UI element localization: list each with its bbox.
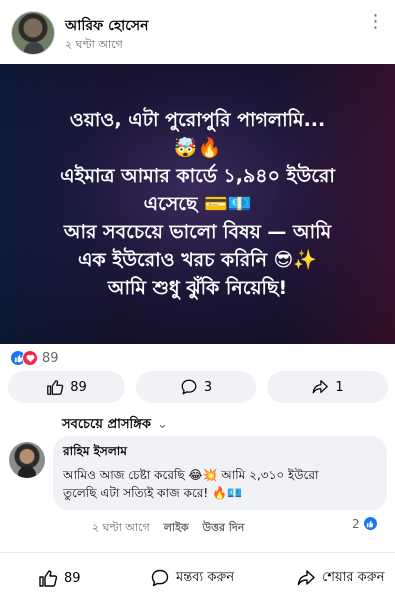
comment-like-link[interactable]: লাইক: [164, 519, 189, 538]
share-button[interactable]: 1: [267, 371, 388, 403]
bottom-share-button[interactable]: শেয়ার করুন: [296, 560, 385, 596]
love-icon: [22, 350, 38, 366]
like-count: 89: [70, 379, 87, 395]
post-timestamp[interactable]: ২ ঘণ্টা আগে: [65, 36, 123, 55]
bottom-action-bar: 89 মন্তব্য করুন শেয়ার করুন: [0, 560, 395, 596]
post-action-row: 89 3 1: [8, 371, 388, 403]
bottom-like-button[interactable]: 89: [38, 560, 81, 596]
comment-button[interactable]: 3: [136, 371, 256, 403]
comment-timestamp[interactable]: ২ ঘণ্টা আগে: [92, 519, 150, 538]
commenter-avatar[interactable]: [9, 442, 45, 478]
comment-sort-label: সবচেয়ে প্রাসঙ্গিক: [62, 417, 151, 432]
banner-line: আমি শুধু ঝুঁকি নিয়েছি!: [107, 277, 288, 299]
post-image-banner[interactable]: ওয়াও, এটা পুরোপুরি পাগলামি... 🤯🔥 এইমাত্…: [0, 64, 395, 344]
comment-line: তুলেছি এটা সত্যিই কাজ করে! 🔥💶: [63, 486, 242, 500]
banner-line: ওয়াও, এটা পুরোপুরি পাগলামি...: [69, 109, 326, 131]
bottom-comment-button[interactable]: মন্তব্য করুন: [150, 560, 234, 596]
comment-line: আমিও আজ চেষ্টা করেছি 😂💥 আমি ২,৩১০ ইউরো: [63, 468, 319, 482]
share-icon: [312, 380, 329, 394]
like-icon: [362, 516, 378, 531]
comment-reply-link[interactable]: উত্তর দিন: [203, 519, 245, 538]
comment-count: 3: [203, 379, 213, 395]
comment-bubble: রাহিম ইসলাম আমিও আজ চেষ্টা করেছি 😂💥 আমি …: [53, 436, 387, 510]
comment-text: আমিও আজ চেষ্টা করেছি 😂💥 আমি ২,৩১০ ইউরো ত…: [63, 466, 377, 502]
comment-reaction-summary[interactable]: 2: [352, 516, 378, 531]
banner-line: 🤯🔥: [173, 137, 222, 159]
reactions-summary[interactable]: 89: [10, 349, 59, 367]
commenter-name[interactable]: রাহিম ইসলাম: [63, 443, 377, 463]
post-header: আরিফ হোসেন ২ ঘণ্টা আগে ⋮: [0, 0, 395, 64]
chevron-down-icon: ⌄: [156, 417, 168, 432]
thumbs-up-icon: [39, 570, 58, 587]
reaction-count: 89: [42, 350, 59, 366]
share-count: 1: [335, 379, 344, 395]
comment-reaction-count: 2: [352, 516, 360, 531]
banner-line: এইমাত্র আমার কার্ডে ১,৯৪০ ইউরো: [60, 165, 335, 187]
like-button[interactable]: 89: [8, 371, 125, 403]
bottom-like-count: 89: [64, 570, 81, 586]
banner-line: এক ইউরোও খরচ করিনি 😎✨: [77, 249, 318, 271]
thumbs-up-icon: [47, 380, 64, 395]
divider: [0, 552, 395, 553]
banner-text: ওয়াও, এটা পুরোপুরি পাগলামি... 🤯🔥 এইমাত্…: [10, 106, 385, 302]
comment-sort-dropdown[interactable]: সবচেয়ে প্রাসঙ্গিক ⌄: [62, 415, 168, 436]
banner-line: আর সবচেয়ে ভালো বিষয় — আমি: [63, 221, 332, 243]
banner-line: এসেছে 💳💶: [143, 193, 252, 215]
comment-icon: [181, 379, 197, 395]
comment-meta: ২ ঘণ্টা আগে লাইক উত্তর দিন: [92, 519, 244, 538]
author-avatar[interactable]: [11, 11, 55, 55]
share-icon: [297, 570, 315, 586]
author-name[interactable]: আরিফ হোসেন: [65, 14, 148, 38]
bottom-share-label: শেয়ার করুন: [322, 569, 385, 585]
more-horizontal-icon[interactable]: ⋮: [366, 12, 386, 32]
bottom-comment-label: মন্তব্য করুন: [176, 569, 235, 585]
comment-icon: [151, 569, 169, 587]
